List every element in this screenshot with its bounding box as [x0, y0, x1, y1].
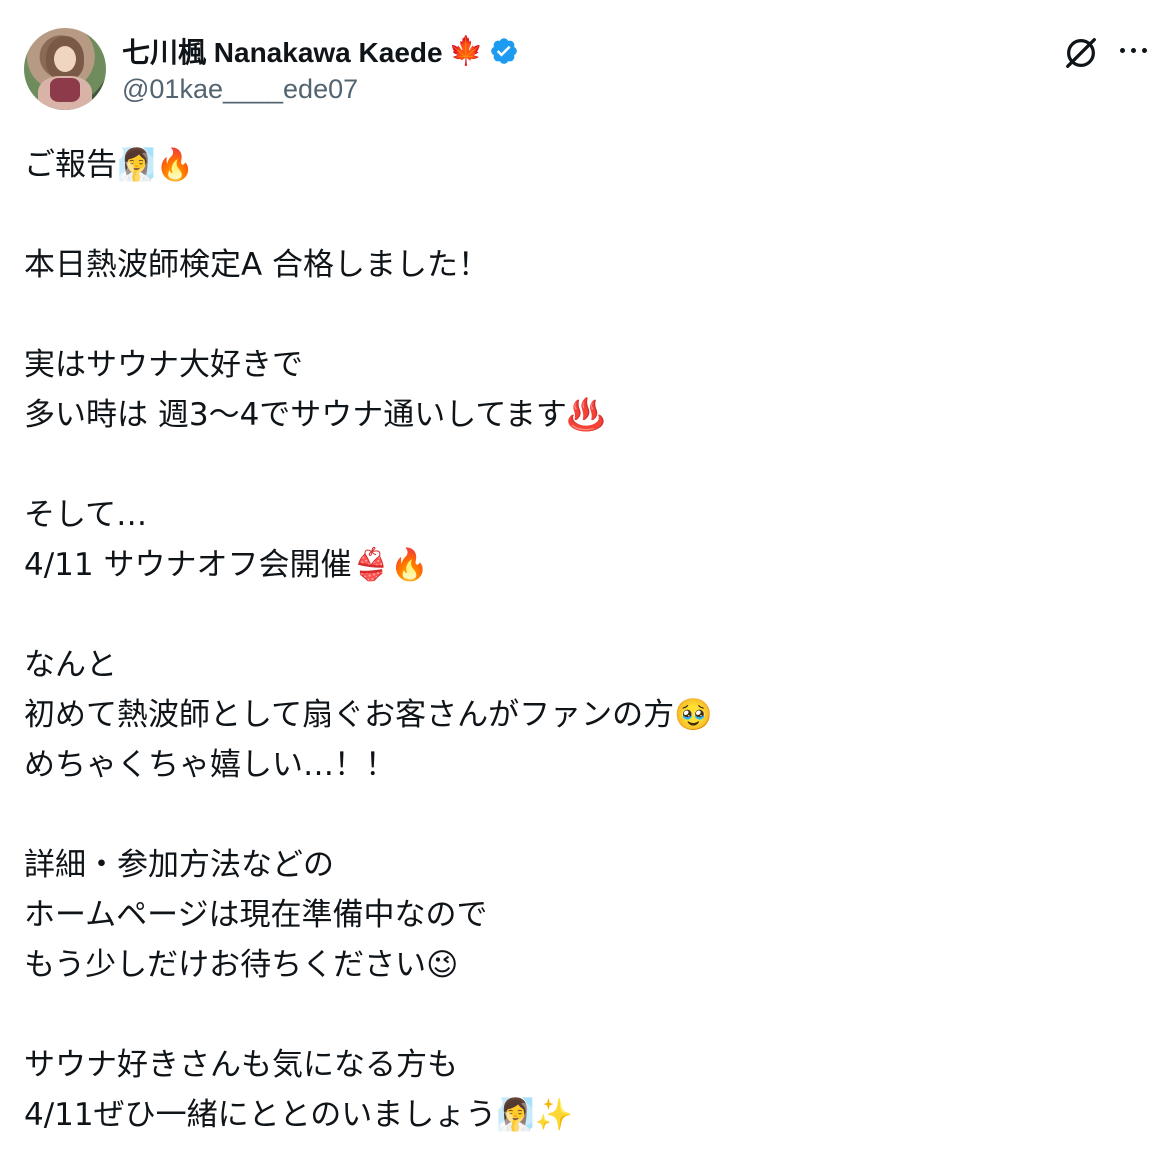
grok-icon[interactable]	[1062, 34, 1100, 72]
tweet-line	[24, 990, 1144, 1040]
tweet-line: 4/11 サウナオフ会開催👙🔥	[24, 547, 429, 583]
tweet-line: なんと	[24, 647, 117, 683]
more-options-icon[interactable]	[1120, 40, 1156, 60]
tweet-line: 多い時は 週3〜4でサウナ通いしてます♨️	[24, 397, 606, 433]
tweet-line: もう少しだけお待ちください😉	[24, 947, 459, 983]
tweet-line: 初めて熱波師として扇ぐお客さんがファンの方🥹	[24, 697, 713, 733]
tweet-line	[24, 440, 1144, 490]
verified-badge-icon[interactable]	[489, 36, 519, 66]
tweet-text: ご報告🧖‍♀️🔥 本日熱波師検定A 合格しました！ 実はサウナ大好きで 多い時は…	[24, 140, 1144, 1140]
tweet-line: サウナ好きさんも気になる方も	[24, 1047, 458, 1083]
display-name[interactable]: 七川楓 Nanakawa Kaede	[122, 31, 443, 71]
tweet-line: 実はサウナ大好きで	[24, 347, 303, 383]
tweet-line: ご報告🧖‍♀️🔥	[24, 147, 195, 183]
tweet-line: 4/11ぜひ一緒にととのいましょう🧖‍♀️✨	[24, 1097, 574, 1133]
handle[interactable]: @01kae____ede07	[122, 74, 519, 105]
tweet-line: そして…	[24, 497, 148, 533]
maple-leaf-icon: 🍁	[448, 34, 484, 67]
author-names: 七川楓 Nanakawa Kaede 🍁 @01kae____ede07	[122, 32, 519, 105]
tweet-line: めちゃくちゃ嬉しい…！！	[24, 747, 396, 783]
tweet-line	[24, 790, 1144, 840]
tweet-line	[24, 290, 1144, 340]
tweet-line	[24, 190, 1144, 240]
tweet-line: 詳細・参加方法などの	[24, 847, 334, 883]
avatar[interactable]	[24, 28, 106, 110]
tweet-header: 七川楓 Nanakawa Kaede 🍁 @01kae____ede07	[24, 28, 1176, 110]
tweet-line: ホームページは現在準備中なので	[24, 897, 488, 933]
tweet-line	[24, 590, 1144, 640]
tweet-line: 本日熱波師検定A 合格しました！	[24, 247, 490, 283]
